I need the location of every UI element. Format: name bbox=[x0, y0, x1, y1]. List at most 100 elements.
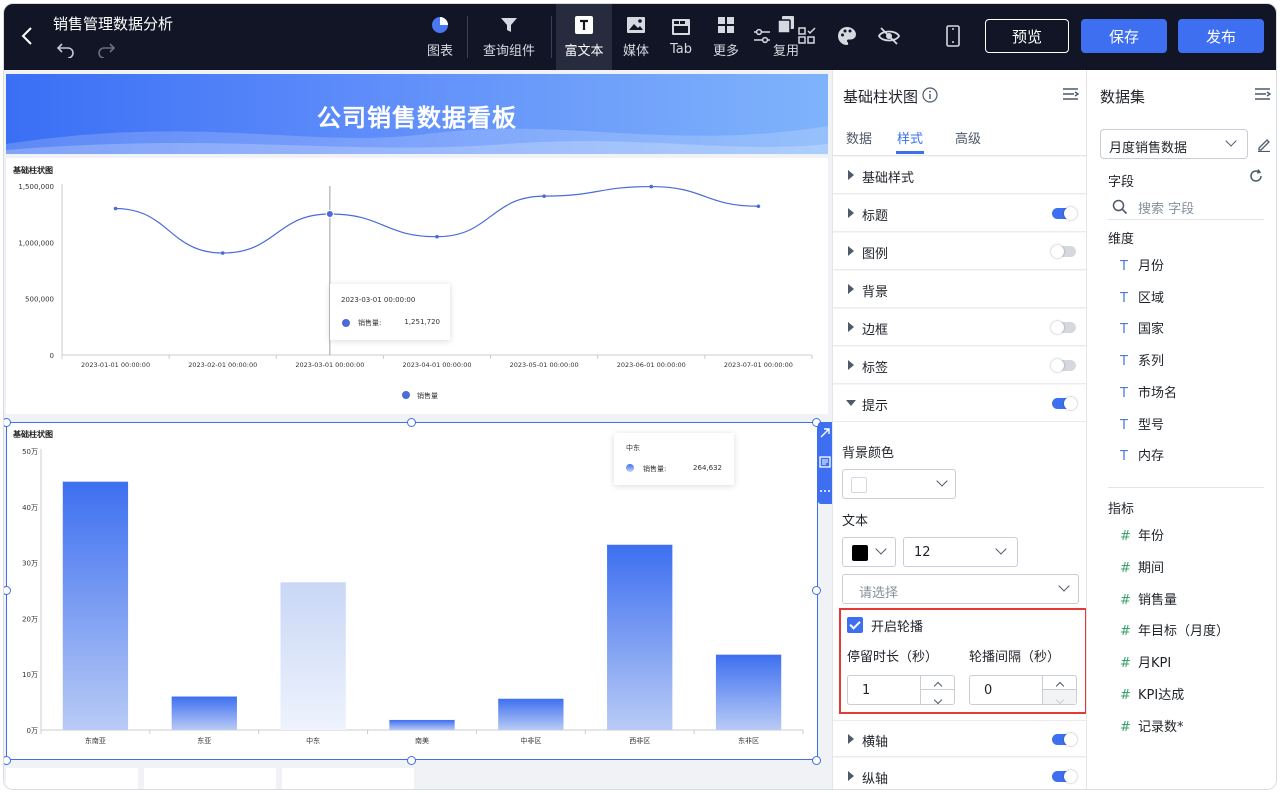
collapse-panel-icon[interactable] bbox=[1254, 86, 1272, 102]
legend-toggle[interactable] bbox=[1051, 245, 1076, 258]
section-title[interactable]: 标题 bbox=[833, 195, 1086, 232]
section-legend[interactable]: 图例 bbox=[833, 233, 1086, 270]
eye-off-icon[interactable] bbox=[877, 24, 901, 48]
carousel-checkbox[interactable] bbox=[847, 617, 863, 633]
collapse-panel-icon[interactable] bbox=[1062, 86, 1080, 102]
tool-chart[interactable]: 图表 bbox=[418, 4, 462, 70]
tool-more[interactable]: 更多 bbox=[706, 4, 746, 70]
dimension-field[interactable]: T 系列 bbox=[1120, 350, 1164, 369]
tool-media[interactable]: 媒体 bbox=[616, 4, 656, 70]
dimension-field[interactable]: T 型号 bbox=[1120, 414, 1164, 433]
title-toggle[interactable] bbox=[1052, 207, 1077, 220]
dimension-field[interactable]: T 区域 bbox=[1120, 287, 1164, 306]
text-field-icon: T bbox=[1120, 290, 1128, 306]
line-chart-card[interactable]: 基础柱状图 1,500,000 1,000,000 500,000 0 2023-01-… bbox=[6, 158, 828, 414]
banner-title: 公司销售数据看板 bbox=[317, 104, 517, 132]
component-side-toolbar[interactable] bbox=[818, 422, 832, 504]
style-panel-title: 基础柱状图 bbox=[843, 88, 919, 106]
dimension-field[interactable]: T 月份 bbox=[1120, 255, 1164, 274]
metric-field[interactable]: # 销售量 bbox=[1120, 589, 1177, 608]
publish-button[interactable]: 发布 bbox=[1178, 19, 1264, 53]
edit-data-icon[interactable] bbox=[819, 456, 831, 468]
save-button[interactable]: 保存 bbox=[1081, 19, 1167, 53]
section-basic-style[interactable]: 基础样式 bbox=[833, 157, 1086, 194]
line-tooltip-label: 销售量: bbox=[358, 319, 382, 327]
interval-input[interactable]: 0 bbox=[969, 675, 1077, 705]
component-tile[interactable] bbox=[6, 768, 138, 789]
data-point bbox=[220, 251, 225, 255]
edit-icon[interactable] bbox=[1256, 136, 1272, 152]
bar-chart-card[interactable]: 基础柱状图 50万 40万 30万 20万 10万 0万 东南亚 东亚 中东 南美 中非区 西非区 东非… bbox=[6, 422, 818, 760]
section-label: 纵轴 bbox=[862, 772, 889, 787]
dataset-panel-title: 数据集 bbox=[1100, 88, 1146, 106]
dashboard-canvas[interactable]: 公司销售数据看板 基础柱状图 1,500,000 1,000,000 500,000… bbox=[4, 70, 832, 789]
palette-icon[interactable] bbox=[835, 24, 859, 48]
tool-richtext[interactable]: 富文本 bbox=[556, 4, 612, 70]
mobile-icon[interactable] bbox=[941, 24, 965, 48]
redo-icon[interactable] bbox=[96, 40, 116, 58]
preview-button[interactable]: 预览 bbox=[985, 19, 1069, 53]
chevron-up-icon bbox=[1055, 681, 1065, 691]
bar-tooltip-dot bbox=[626, 464, 634, 472]
resize-handle[interactable] bbox=[407, 418, 416, 427]
section-border[interactable]: 边框 bbox=[833, 309, 1086, 346]
section-y-axis[interactable]: 纵轴 bbox=[833, 758, 1086, 789]
decrement-button[interactable] bbox=[1043, 690, 1076, 705]
x-axis-toggle[interactable] bbox=[1052, 733, 1077, 746]
resize-handle[interactable] bbox=[4, 756, 11, 765]
border-toggle[interactable] bbox=[1051, 321, 1076, 334]
tooltip-toggle[interactable] bbox=[1052, 397, 1077, 410]
tool-reuse-label: 复用 bbox=[772, 44, 799, 59]
metric-field[interactable]: # 月KPI bbox=[1120, 652, 1171, 671]
metric-field[interactable]: # KPI达成 bbox=[1120, 684, 1184, 703]
dwell-time-input[interactable]: 1 bbox=[847, 675, 955, 705]
metric-field[interactable]: # 年目标（月度） bbox=[1120, 620, 1229, 639]
dimension-field[interactable]: T 市场名 bbox=[1120, 382, 1177, 401]
x-tick-label: 西非区 bbox=[629, 736, 650, 745]
bar bbox=[171, 696, 237, 730]
field-search[interactable]: 搜索 字段 bbox=[1108, 194, 1264, 220]
tooltip-content-select[interactable]: 请选择 bbox=[842, 574, 1079, 604]
back-icon[interactable] bbox=[18, 24, 38, 48]
info-icon[interactable] bbox=[922, 87, 938, 103]
font-size-select[interactable]: 12 bbox=[903, 537, 1018, 567]
section-x-axis[interactable]: 横轴 bbox=[833, 720, 1086, 757]
resize-handle[interactable] bbox=[407, 756, 416, 765]
label-toggle[interactable] bbox=[1051, 359, 1076, 372]
text-color-picker[interactable] bbox=[842, 537, 896, 567]
tab-data[interactable]: 数据 bbox=[846, 128, 872, 147]
metric-field[interactable]: # 记录数* bbox=[1120, 716, 1184, 735]
section-tooltip[interactable]: 提示 bbox=[833, 385, 1086, 422]
components-icon[interactable] bbox=[797, 26, 817, 46]
dashboard-banner[interactable]: 公司销售数据看板 bbox=[6, 74, 828, 154]
x-tick-label: 中非区 bbox=[520, 736, 541, 745]
tool-tab[interactable]: Tab bbox=[661, 4, 701, 70]
dataset-select[interactable]: 月度销售数据 bbox=[1100, 129, 1248, 159]
more-icon[interactable] bbox=[819, 485, 831, 497]
section-label-settings[interactable]: 标签 bbox=[833, 347, 1086, 384]
metric-field[interactable]: # 年份 bbox=[1120, 525, 1164, 544]
dimension-field[interactable]: T 内存 bbox=[1120, 445, 1164, 464]
decrement-button[interactable] bbox=[921, 690, 954, 705]
resize-handle[interactable] bbox=[812, 586, 821, 595]
section-background[interactable]: 背景 bbox=[833, 271, 1086, 308]
increment-button[interactable] bbox=[1043, 676, 1076, 691]
resize-handle[interactable] bbox=[812, 756, 821, 765]
tab-style[interactable]: 样式 bbox=[897, 128, 923, 147]
metric-field[interactable]: # 期间 bbox=[1120, 557, 1164, 576]
dwell-time-value: 1 bbox=[862, 683, 871, 698]
bg-color-picker[interactable] bbox=[842, 469, 956, 499]
component-tile[interactable] bbox=[144, 768, 276, 789]
y-axis-toggle[interactable] bbox=[1052, 770, 1077, 783]
component-tile[interactable] bbox=[282, 768, 414, 789]
tool-query[interactable]: 查询组件 bbox=[478, 4, 540, 70]
field-search-input[interactable]: 搜索 字段 bbox=[1138, 198, 1194, 217]
expand-icon[interactable] bbox=[819, 427, 831, 439]
increment-button[interactable] bbox=[921, 676, 954, 691]
undo-icon[interactable] bbox=[56, 40, 76, 58]
bg-color-label: 背景颜色 bbox=[842, 446, 895, 461]
active-tab-indicator bbox=[896, 151, 924, 154]
dimension-field[interactable]: T 国家 bbox=[1120, 318, 1164, 337]
refresh-icon[interactable] bbox=[1248, 168, 1264, 184]
tab-advanced[interactable]: 高级 bbox=[955, 128, 981, 147]
